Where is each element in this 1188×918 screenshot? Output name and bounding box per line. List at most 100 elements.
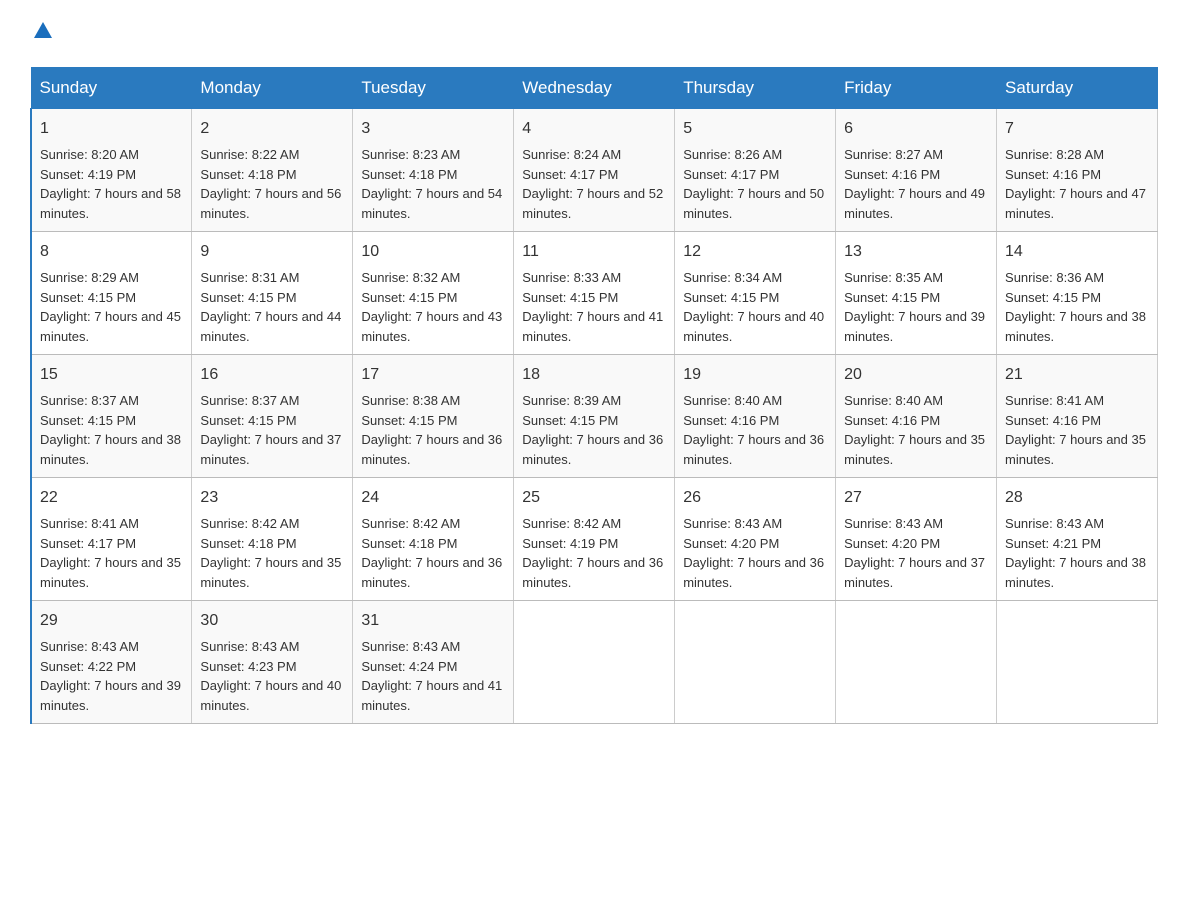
day-number: 31 (361, 609, 505, 633)
calendar-cell: 9 Sunrise: 8:31 AMSunset: 4:15 PMDaylight… (192, 232, 353, 355)
calendar-cell: 24 Sunrise: 8:42 AMSunset: 4:18 PMDayligh… (353, 478, 514, 601)
calendar-cell: 27 Sunrise: 8:43 AMSunset: 4:20 PMDayligh… (836, 478, 997, 601)
day-number: 19 (683, 363, 827, 387)
day-number: 27 (844, 486, 988, 510)
day-number: 4 (522, 117, 666, 141)
day-number: 11 (522, 240, 666, 264)
day-info: Sunrise: 8:41 AMSunset: 4:17 PMDaylight:… (40, 514, 183, 592)
day-info: Sunrise: 8:43 AMSunset: 4:21 PMDaylight:… (1005, 514, 1149, 592)
calendar-cell: 23 Sunrise: 8:42 AMSunset: 4:18 PMDayligh… (192, 478, 353, 601)
day-number: 24 (361, 486, 505, 510)
calendar-header-row: SundayMondayTuesdayWednesdayThursdayFrid… (31, 68, 1158, 109)
day-number: 2 (200, 117, 344, 141)
calendar-cell: 25Sunrise: 8:42 AMSunset: 4:19 PMDayligh… (514, 478, 675, 601)
day-number: 13 (844, 240, 988, 264)
day-info: Sunrise: 8:37 AMSunset: 4:15 PMDaylight:… (40, 391, 183, 469)
day-info: Sunrise: 8:31 AMSunset: 4:15 PMDaylight:… (200, 268, 344, 346)
day-number: 22 (40, 486, 183, 510)
day-info: Sunrise: 8:43 AMSunset: 4:20 PMDaylight:… (844, 514, 988, 592)
calendar-table: SundayMondayTuesdayWednesdayThursdayFrid… (30, 67, 1158, 724)
day-number: 17 (361, 363, 505, 387)
calendar-cell (675, 601, 836, 724)
day-info: Sunrise: 8:22 AMSunset: 4:18 PMDaylight:… (200, 145, 344, 223)
calendar-cell: 13 Sunrise: 8:35 AMSunset: 4:15 PMDayligh… (836, 232, 997, 355)
day-info: Sunrise: 8:29 AMSunset: 4:15 PMDaylight:… (40, 268, 183, 346)
day-info: Sunrise: 8:42 AMSunset: 4:19 PMDaylight:… (522, 514, 666, 592)
calendar-cell: 3 Sunrise: 8:23 AMSunset: 4:18 PMDaylight… (353, 109, 514, 232)
calendar-cell (836, 601, 997, 724)
calendar-week-row: 22 Sunrise: 8:41 AMSunset: 4:17 PMDayligh… (31, 478, 1158, 601)
calendar-cell: 6 Sunrise: 8:27 AMSunset: 4:16 PMDaylight… (836, 109, 997, 232)
day-number: 18 (522, 363, 666, 387)
day-info: Sunrise: 8:34 AMSunset: 4:15 PMDaylight:… (683, 268, 827, 346)
day-number: 21 (1005, 363, 1149, 387)
calendar-cell: 8Sunrise: 8:29 AMSunset: 4:15 PMDaylight… (31, 232, 192, 355)
calendar-header-tuesday: Tuesday (353, 68, 514, 109)
day-info: Sunrise: 8:40 AMSunset: 4:16 PMDaylight:… (683, 391, 827, 469)
calendar-cell: 4 Sunrise: 8:24 AMSunset: 4:17 PMDaylight… (514, 109, 675, 232)
calendar-cell: 14Sunrise: 8:36 AMSunset: 4:15 PMDayligh… (997, 232, 1158, 355)
day-info: Sunrise: 8:26 AMSunset: 4:17 PMDaylight:… (683, 145, 827, 223)
day-info: Sunrise: 8:35 AMSunset: 4:15 PMDaylight:… (844, 268, 988, 346)
day-info: Sunrise: 8:43 AMSunset: 4:24 PMDaylight:… (361, 637, 505, 715)
calendar-cell: 7 Sunrise: 8:28 AMSunset: 4:16 PMDaylight… (997, 109, 1158, 232)
calendar-cell: 29 Sunrise: 8:43 AMSunset: 4:22 PMDayligh… (31, 601, 192, 724)
day-number: 16 (200, 363, 344, 387)
day-info: Sunrise: 8:23 AMSunset: 4:18 PMDaylight:… (361, 145, 505, 223)
calendar-cell: 10Sunrise: 8:32 AMSunset: 4:15 PMDayligh… (353, 232, 514, 355)
day-number: 20 (844, 363, 988, 387)
day-info: Sunrise: 8:38 AMSunset: 4:15 PMDaylight:… (361, 391, 505, 469)
calendar-week-row: 8Sunrise: 8:29 AMSunset: 4:15 PMDaylight… (31, 232, 1158, 355)
calendar-cell: 11Sunrise: 8:33 AMSunset: 4:15 PMDayligh… (514, 232, 675, 355)
day-info: Sunrise: 8:43 AMSunset: 4:20 PMDaylight:… (683, 514, 827, 592)
day-number: 6 (844, 117, 988, 141)
day-info: Sunrise: 8:20 AMSunset: 4:19 PMDaylight:… (40, 145, 183, 223)
day-number: 9 (200, 240, 344, 264)
day-number: 14 (1005, 240, 1149, 264)
calendar-cell: 19 Sunrise: 8:40 AMSunset: 4:16 PMDayligh… (675, 355, 836, 478)
day-number: 15 (40, 363, 183, 387)
day-number: 23 (200, 486, 344, 510)
calendar-week-row: 15 Sunrise: 8:37 AMSunset: 4:15 PMDayligh… (31, 355, 1158, 478)
day-info: Sunrise: 8:43 AMSunset: 4:22 PMDaylight:… (40, 637, 183, 715)
day-info: Sunrise: 8:40 AMSunset: 4:16 PMDaylight:… (844, 391, 988, 469)
day-number: 10 (361, 240, 505, 264)
calendar-week-row: 29 Sunrise: 8:43 AMSunset: 4:22 PMDayligh… (31, 601, 1158, 724)
calendar-cell: 15 Sunrise: 8:37 AMSunset: 4:15 PMDayligh… (31, 355, 192, 478)
calendar-cell: 22 Sunrise: 8:41 AMSunset: 4:17 PMDayligh… (31, 478, 192, 601)
calendar-cell: 17 Sunrise: 8:38 AMSunset: 4:15 PMDayligh… (353, 355, 514, 478)
calendar-cell (514, 601, 675, 724)
calendar-header-thursday: Thursday (675, 68, 836, 109)
calendar-header-saturday: Saturday (997, 68, 1158, 109)
day-info: Sunrise: 8:27 AMSunset: 4:16 PMDaylight:… (844, 145, 988, 223)
page-header (30, 20, 1158, 47)
logo (30, 20, 54, 47)
calendar-cell: 26Sunrise: 8:43 AMSunset: 4:20 PMDayligh… (675, 478, 836, 601)
calendar-header-sunday: Sunday (31, 68, 192, 109)
calendar-cell: 12Sunrise: 8:34 AMSunset: 4:15 PMDayligh… (675, 232, 836, 355)
calendar-cell: 2 Sunrise: 8:22 AMSunset: 4:18 PMDaylight… (192, 109, 353, 232)
calendar-week-row: 1 Sunrise: 8:20 AMSunset: 4:19 PMDaylight… (31, 109, 1158, 232)
day-info: Sunrise: 8:24 AMSunset: 4:17 PMDaylight:… (522, 145, 666, 223)
calendar-cell: 18 Sunrise: 8:39 AMSunset: 4:15 PMDayligh… (514, 355, 675, 478)
day-number: 29 (40, 609, 183, 633)
calendar-cell: 5 Sunrise: 8:26 AMSunset: 4:17 PMDaylight… (675, 109, 836, 232)
day-number: 3 (361, 117, 505, 141)
day-number: 1 (40, 117, 183, 141)
day-number: 7 (1005, 117, 1149, 141)
calendar-cell: 16Sunrise: 8:37 AMSunset: 4:15 PMDayligh… (192, 355, 353, 478)
day-info: Sunrise: 8:28 AMSunset: 4:16 PMDaylight:… (1005, 145, 1149, 223)
calendar-cell: 20 Sunrise: 8:40 AMSunset: 4:16 PMDayligh… (836, 355, 997, 478)
calendar-cell: 31 Sunrise: 8:43 AMSunset: 4:24 PMDayligh… (353, 601, 514, 724)
calendar-cell: 21Sunrise: 8:41 AMSunset: 4:16 PMDayligh… (997, 355, 1158, 478)
day-info: Sunrise: 8:39 AMSunset: 4:15 PMDaylight:… (522, 391, 666, 469)
day-info: Sunrise: 8:42 AMSunset: 4:18 PMDaylight:… (200, 514, 344, 592)
logo-triangle-icon (32, 20, 54, 42)
calendar-header-monday: Monday (192, 68, 353, 109)
day-info: Sunrise: 8:42 AMSunset: 4:18 PMDaylight:… (361, 514, 505, 592)
calendar-header-wednesday: Wednesday (514, 68, 675, 109)
day-number: 5 (683, 117, 827, 141)
calendar-header-friday: Friday (836, 68, 997, 109)
day-number: 30 (200, 609, 344, 633)
calendar-cell: 1 Sunrise: 8:20 AMSunset: 4:19 PMDaylight… (31, 109, 192, 232)
